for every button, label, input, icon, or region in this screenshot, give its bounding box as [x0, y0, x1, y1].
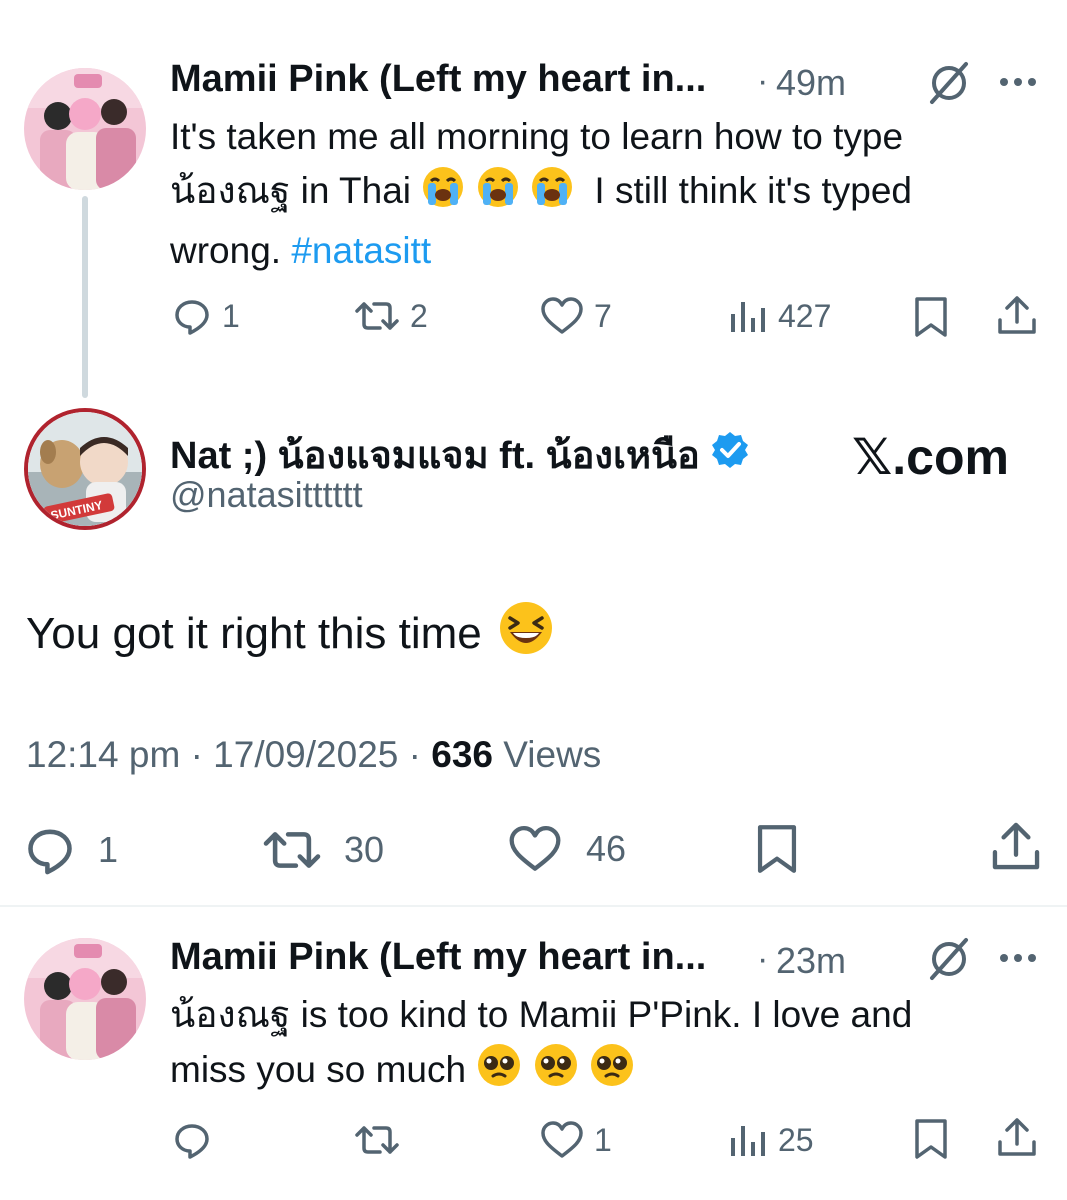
- avatar[interactable]: SUNTINY: [24, 408, 146, 530]
- share-icon: [996, 294, 1038, 336]
- heart-icon: [540, 296, 584, 336]
- tweet-text: น้องณฐ is too kind to Mamii P'Pink. I lo…: [170, 988, 1040, 1103]
- tweet-time[interactable]: 12:14 pm: [26, 734, 180, 775]
- tweet-text-line2-content: miss you so much: [170, 1049, 467, 1090]
- repost-count: 2: [410, 297, 428, 334]
- grok-icon[interactable]: [926, 60, 972, 111]
- tweet-text-line1: น้องณฐ is too kind to Mamii P'Pink. I lo…: [170, 994, 913, 1035]
- like-button[interactable]: 46: [508, 824, 626, 874]
- tweet-text-content: You got it right this time: [26, 608, 482, 658]
- bookmark-icon: [754, 822, 800, 876]
- repost-icon: [354, 296, 400, 336]
- more-icon[interactable]: [998, 72, 1038, 97]
- reply-button[interactable]: [172, 1120, 212, 1160]
- bookmark-button[interactable]: [754, 822, 800, 876]
- reply-count: 1: [98, 829, 119, 870]
- separator-dot: ·: [408, 734, 421, 775]
- reply-icon: [172, 296, 212, 336]
- more-icon[interactable]: [998, 948, 1038, 973]
- views-count: 636: [431, 734, 493, 775]
- tweet-text: You got it right this time: [26, 600, 554, 667]
- repost-button[interactable]: 2: [354, 296, 428, 336]
- reply-button[interactable]: 1: [172, 296, 240, 336]
- pleading-emoji-icon: [533, 1042, 579, 1103]
- bookmark-button[interactable]: [912, 296, 950, 338]
- heart-icon: [508, 824, 562, 874]
- share-button[interactable]: [996, 1116, 1038, 1158]
- bookmark-icon: [912, 1118, 950, 1160]
- tweet-text-line1: It's taken me all morning to learn how t…: [170, 116, 904, 157]
- divider: [0, 905, 1067, 907]
- views-button[interactable]: 25: [728, 1120, 814, 1160]
- views-icon: [728, 296, 768, 336]
- separator-dot: ·: [190, 734, 203, 775]
- like-count: 46: [586, 828, 627, 869]
- bookmark-icon: [912, 296, 950, 338]
- reply-icon: [24, 824, 76, 876]
- separator-dot: ·: [757, 62, 769, 100]
- verified-badge-icon: [710, 430, 750, 480]
- avatar[interactable]: [24, 68, 146, 190]
- author-name[interactable]: Mamii Pink (Left my heart in...: [170, 936, 706, 979]
- repost-button[interactable]: [354, 1120, 400, 1160]
- tweet-date[interactable]: 17/09/2025: [213, 734, 398, 775]
- tweet-meta: 12:14 pm · 17/09/2025 · 636 Views: [26, 734, 601, 776]
- tweet-text: It's taken me all morning to learn how t…: [170, 110, 1040, 278]
- tweet-text-line3: wrong. #natasitt: [170, 230, 432, 271]
- pleading-emoji-icon: [476, 1042, 522, 1103]
- avatar[interactable]: [24, 938, 146, 1060]
- repost-icon: [354, 1120, 400, 1160]
- tweet-text-line2: miss you so much: [170, 1042, 1040, 1103]
- like-button[interactable]: 1: [540, 1120, 612, 1160]
- crying-emoji-icon: [530, 165, 574, 224]
- tweet-time[interactable]: 49m: [776, 62, 846, 104]
- share-button[interactable]: [990, 820, 1042, 872]
- bookmark-button[interactable]: [912, 1118, 950, 1160]
- separator-dot: ·: [757, 940, 769, 978]
- tweet-time[interactable]: 23m: [776, 940, 846, 982]
- share-icon: [996, 1116, 1038, 1158]
- reply-icon: [172, 1120, 212, 1160]
- repost-icon: [262, 824, 322, 876]
- like-count: 7: [594, 297, 612, 334]
- crying-emoji-icon: [421, 165, 465, 224]
- reply-button[interactable]: 1: [24, 824, 118, 876]
- author-handle[interactable]: @natasitttttt: [170, 474, 363, 516]
- pleading-emoji-icon: [589, 1042, 635, 1103]
- author-name[interactable]: Mamii Pink (Left my heart in...: [170, 58, 706, 101]
- repost-button[interactable]: 30: [262, 824, 384, 876]
- like-button[interactable]: 7: [540, 296, 612, 336]
- views-count: 427: [778, 297, 832, 334]
- crying-emoji-icon: [476, 165, 520, 224]
- repost-count: 30: [344, 829, 385, 870]
- like-count: 1: [594, 1121, 612, 1158]
- hashtag-link[interactable]: #natasitt: [291, 230, 431, 271]
- thread-line: [82, 196, 88, 398]
- laughing-emoji-icon: [498, 600, 554, 667]
- views-count: 25: [778, 1121, 814, 1158]
- share-button[interactable]: [996, 294, 1038, 336]
- grok-icon[interactable]: [926, 936, 972, 987]
- views-icon: [728, 1120, 768, 1160]
- tweet-text-line2: น้องณฐ in Thai I still think it's typed: [170, 164, 1040, 224]
- views-button[interactable]: 427: [728, 296, 831, 336]
- share-icon: [990, 820, 1042, 872]
- reply-count: 1: [222, 297, 240, 334]
- views-label: Views: [503, 734, 602, 775]
- heart-icon: [540, 1120, 584, 1160]
- x-watermark: 𝕏.com: [852, 429, 1009, 485]
